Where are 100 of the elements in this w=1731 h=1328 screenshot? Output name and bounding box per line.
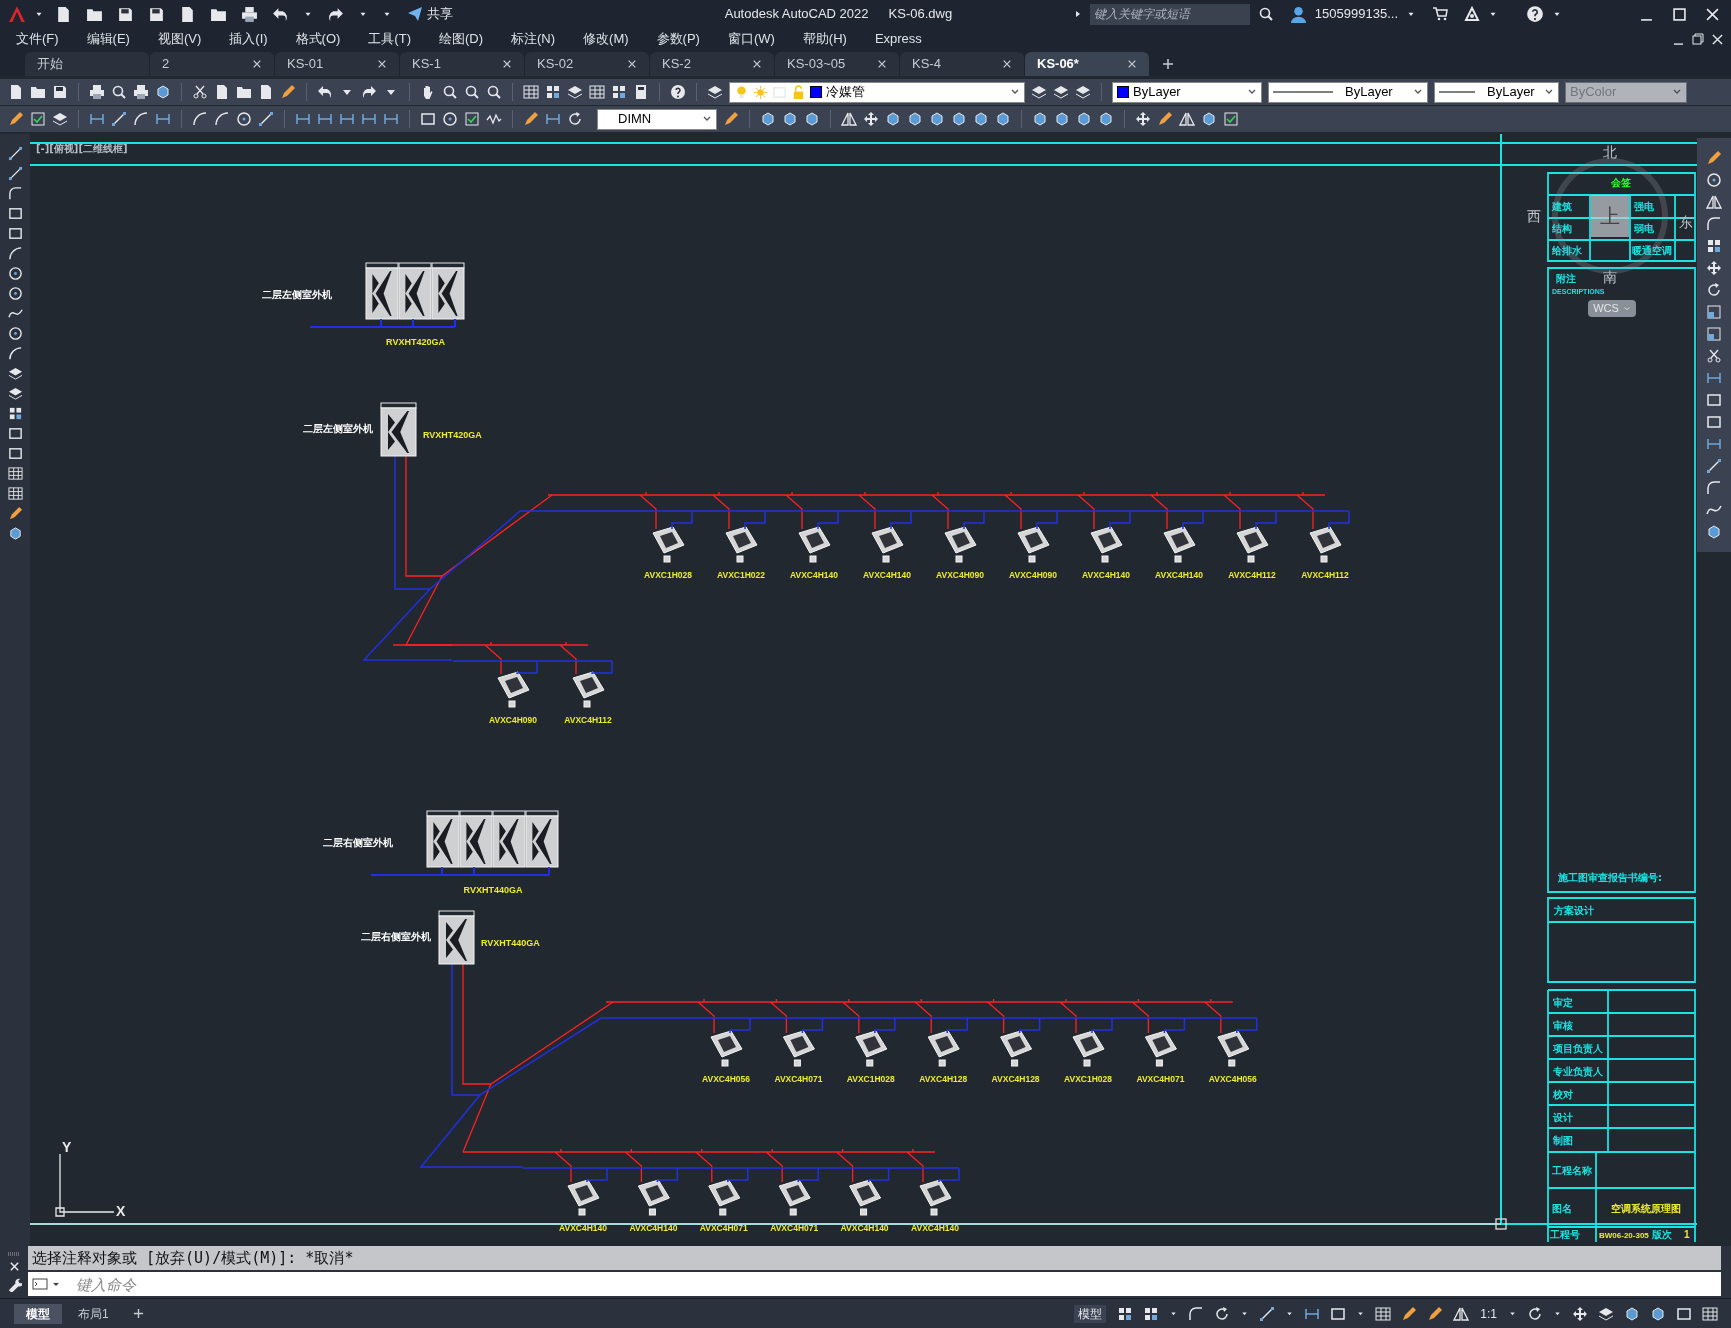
folder-icon[interactable] (236, 84, 252, 100)
page-icon[interactable] (55, 5, 72, 23)
dimension-icon[interactable] (1706, 370, 1722, 386)
arc-icon[interactable] (133, 111, 149, 127)
close-icon[interactable] (1706, 7, 1719, 21)
rectangle-icon[interactable] (1676, 1305, 1692, 1322)
cube-icon[interactable] (885, 111, 901, 127)
arc-icon[interactable] (7, 346, 23, 361)
network-icon[interactable] (1464, 6, 1480, 22)
pencil-icon[interactable] (723, 111, 739, 127)
pencil-icon[interactable] (1401, 1305, 1418, 1322)
grip-icon[interactable] (8, 1252, 20, 1257)
model-space-button[interactable]: 模型 (1074, 1304, 1107, 1323)
move-arrows-icon[interactable] (1706, 260, 1722, 276)
layers-icon[interactable] (52, 111, 68, 127)
pencil-icon[interactable] (7, 506, 23, 521)
circle-icon[interactable] (442, 111, 458, 127)
table-icon[interactable] (589, 84, 605, 100)
menu-item[interactable]: 视图(V) (155, 29, 204, 49)
document-tab[interactable]: KS-1 (400, 52, 524, 76)
user-name[interactable]: 1505999135... (1314, 4, 1398, 24)
grid-icon[interactable] (1706, 238, 1722, 254)
cube-icon[interactable] (1076, 111, 1092, 127)
share-button[interactable]: 共享 (407, 4, 453, 24)
cube-icon[interactable] (1032, 111, 1048, 127)
checkbox-icon[interactable] (464, 111, 480, 127)
rectangle-icon[interactable] (1706, 414, 1722, 430)
menu-item[interactable]: 帮助(H) (800, 29, 849, 49)
dimension-icon[interactable] (295, 111, 311, 127)
grid-icon[interactable] (7, 406, 23, 421)
pencil-icon[interactable] (280, 84, 296, 100)
magnifier-icon[interactable] (111, 84, 127, 100)
dimension-icon[interactable] (383, 111, 399, 127)
prompt-icon[interactable] (32, 1278, 48, 1290)
rotate-icon[interactable] (1527, 1305, 1543, 1322)
pencil-icon[interactable] (8, 111, 24, 127)
triangle-icon[interactable] (1073, 10, 1082, 18)
layout-tab[interactable]: 模型 (14, 1303, 62, 1324)
cube-icon[interactable] (7, 526, 23, 541)
menu-item[interactable]: 编辑(E) (84, 29, 132, 49)
compass-label[interactable]: 北 (1603, 144, 1617, 160)
rectangle-icon[interactable] (1330, 1305, 1347, 1322)
pencil-icon[interactable] (523, 111, 539, 127)
dimension-icon[interactable] (155, 111, 171, 127)
rotate-icon[interactable] (567, 111, 583, 127)
dimension-icon[interactable] (339, 111, 355, 127)
page-icon[interactable] (258, 84, 274, 100)
scale-icon[interactable] (1706, 326, 1722, 342)
redo-arrow-icon[interactable] (361, 84, 377, 100)
document-tab[interactable]: KS-03~05 (775, 52, 899, 76)
menu-item[interactable]: 参数(P) (654, 29, 702, 49)
magnifier-icon[interactable] (442, 84, 458, 100)
checkbox-icon[interactable] (30, 111, 46, 127)
grid-icon[interactable] (611, 84, 627, 100)
rectangle-icon[interactable] (7, 206, 23, 221)
pencil-icon[interactable] (1706, 150, 1722, 166)
table-icon[interactable] (523, 84, 539, 100)
rectangle-icon[interactable] (1706, 392, 1722, 408)
circle-icon[interactable] (1706, 172, 1722, 188)
magnifier-icon[interactable] (1257, 6, 1274, 22)
linetype-dropdown[interactable]: ByLayer (1268, 81, 1428, 103)
document-tab[interactable]: KS-4 (900, 52, 1024, 76)
line-icon[interactable] (7, 166, 23, 181)
printer-icon[interactable] (133, 84, 149, 100)
table-icon[interactable] (7, 486, 23, 501)
layer-dropdown[interactable]: 冷媒管 (729, 81, 1025, 103)
fillet-icon[interactable] (1706, 216, 1722, 232)
caret-icon[interactable] (52, 1280, 60, 1288)
circle-icon[interactable] (236, 111, 252, 127)
grid-icon[interactable] (545, 84, 561, 100)
lineweight-dropdown[interactable]: ByLayer (1434, 81, 1559, 103)
close-icon[interactable] (377, 59, 387, 69)
close-icon[interactable] (1002, 59, 1012, 69)
fillet-icon[interactable] (7, 186, 23, 201)
restore-icon[interactable] (1692, 33, 1704, 45)
cube-icon[interactable] (1098, 111, 1114, 127)
arc-icon[interactable] (7, 246, 23, 261)
close-icon[interactable] (627, 59, 637, 69)
arc-icon[interactable] (214, 111, 230, 127)
rectangle-icon[interactable] (7, 226, 23, 241)
grid-icon[interactable] (1143, 1305, 1160, 1322)
table-icon[interactable] (7, 466, 23, 481)
scale-icon[interactable] (1706, 304, 1722, 320)
dimension-icon[interactable] (89, 111, 105, 127)
cube-icon[interactable] (1054, 111, 1070, 127)
page-icon[interactable] (214, 84, 230, 100)
menu-item[interactable]: 标注(N) (509, 29, 558, 49)
close-icon[interactable] (877, 59, 887, 69)
table-icon[interactable] (1375, 1305, 1392, 1322)
layers-icon[interactable] (1031, 84, 1047, 100)
search-field[interactable]: 键入关键字或短语 (1089, 3, 1250, 25)
caret-icon[interactable] (1169, 1309, 1179, 1318)
circle-icon[interactable] (7, 326, 23, 341)
magnifier-icon[interactable] (464, 84, 480, 100)
caret-icon[interactable] (1508, 1309, 1517, 1318)
menu-item[interactable]: 绘图(D) (436, 29, 485, 49)
compass-label[interactable]: 东 (1679, 214, 1693, 230)
menu-item[interactable]: 工具(T) (366, 29, 413, 49)
annotation-scale[interactable]: 1:1 (1480, 1304, 1497, 1323)
caret-icon[interactable] (1240, 1309, 1250, 1318)
